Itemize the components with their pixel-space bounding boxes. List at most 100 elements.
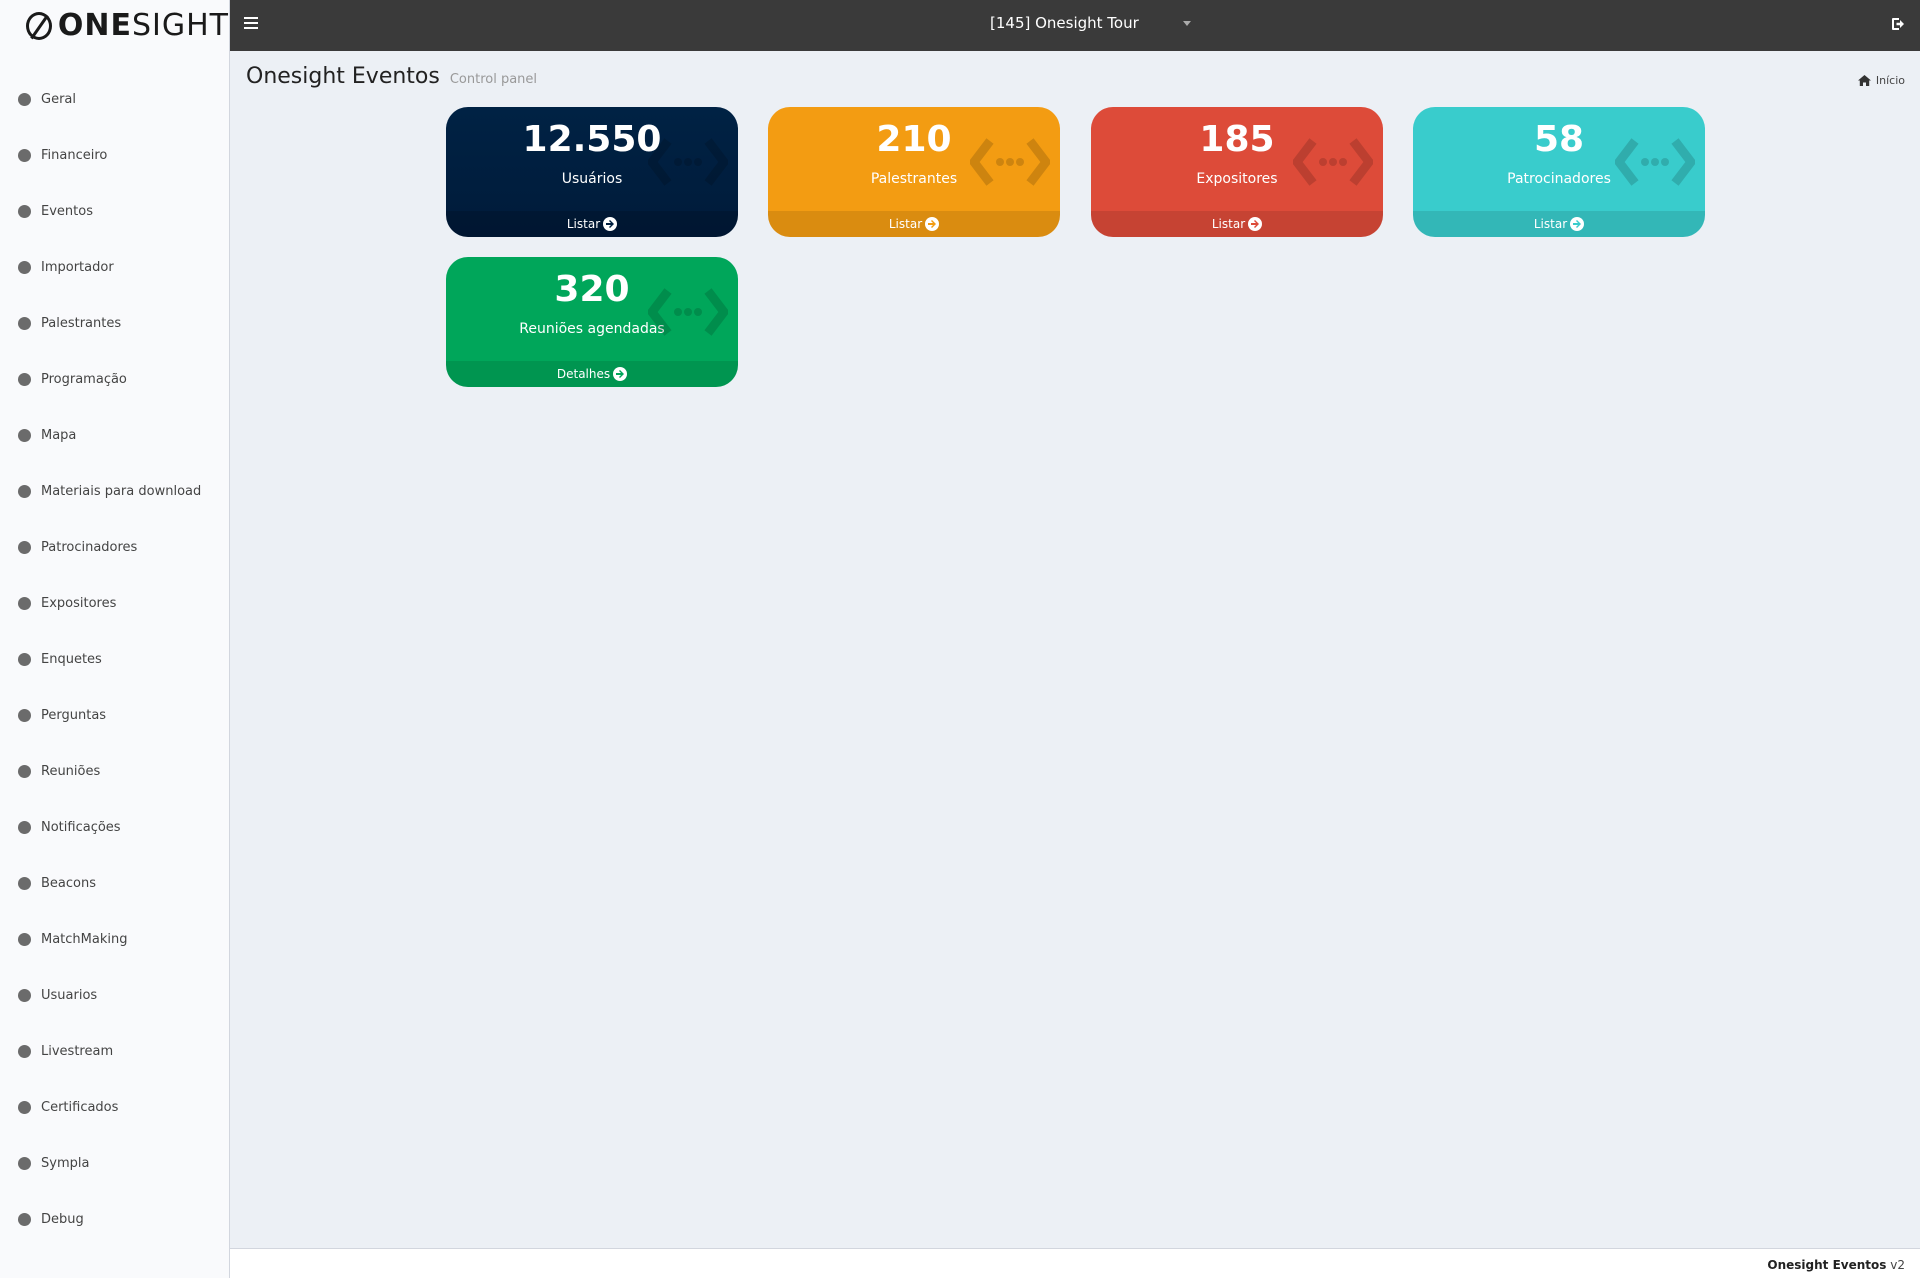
- sidebar-item-label: MatchMaking: [41, 931, 128, 947]
- card-link-label: Listar: [888, 217, 923, 231]
- sidebar-item-label: Enquetes: [41, 651, 102, 667]
- footer-app-name: Onesight Eventos: [1767, 1258, 1887, 1272]
- sidebar-item-label: Debug: [41, 1211, 84, 1227]
- card-link-listar-usuarios[interactable]: Listar: [446, 211, 738, 237]
- page-title: Onesight Eventos: [246, 64, 440, 89]
- home-icon: [1857, 75, 1871, 86]
- sidebar-item-label: Notificações: [41, 819, 121, 835]
- stat-card-expositores: 185 Expositores Listar: [1091, 107, 1383, 237]
- sidebar-item-expositores[interactable]: Expositores: [0, 575, 229, 631]
- sidebar-item-label: Expositores: [41, 595, 117, 611]
- circle-icon: [18, 316, 31, 330]
- card-link-label: Listar: [1211, 217, 1246, 231]
- sidebar-item-label: Mapa: [41, 427, 77, 443]
- sidebar-item-reunioes[interactable]: Reuniões: [0, 743, 229, 799]
- sidebar-item-label: Palestrantes: [41, 315, 122, 331]
- circle-icon: [18, 428, 31, 442]
- circle-icon: [18, 708, 31, 722]
- circle-icon: [18, 652, 31, 666]
- stat-card-palestrantes: 210 Palestrantes Listar: [768, 107, 1060, 237]
- caret-down-icon: [1182, 20, 1191, 26]
- sidebar-item-palestrantes[interactable]: Palestrantes: [0, 295, 229, 351]
- page-subtitle: Control panel: [449, 72, 538, 87]
- code-dots-icon: [648, 138, 728, 186]
- circle-icon: [18, 372, 31, 386]
- sidebar-item-label: Sympla: [41, 1155, 90, 1171]
- sidebar-item-label: Financeiro: [41, 147, 108, 163]
- onesight-logo-icon: [26, 11, 52, 40]
- menu-toggle-icon[interactable]: [244, 17, 258, 29]
- sidebar-item-notificacoes[interactable]: Notificações: [0, 799, 229, 855]
- sidebar-item-debug[interactable]: Debug: [0, 1191, 229, 1247]
- sidebar-item-enquetes[interactable]: Enquetes: [0, 631, 229, 687]
- card-link-detalhes-reunioes[interactable]: Detalhes: [446, 361, 738, 387]
- sign-out-icon[interactable]: [1890, 16, 1906, 32]
- card-link-listar-patrocinadores[interactable]: Listar: [1413, 211, 1705, 237]
- sidebar-item-label: Patrocinadores: [41, 539, 138, 555]
- circle-icon: [18, 92, 31, 106]
- app-logo[interactable]: ONESIGHT: [0, 0, 229, 51]
- sidebar-item-sympla[interactable]: Sympla: [0, 1135, 229, 1191]
- card-link-listar-expositores[interactable]: Listar: [1091, 211, 1383, 237]
- circle-icon: [18, 988, 31, 1002]
- sidebar-item-importador[interactable]: Importador: [0, 239, 229, 295]
- card-link-listar-palestrantes[interactable]: Listar: [768, 211, 1060, 237]
- code-dots-icon: [1615, 138, 1695, 186]
- sidebar-item-label: Programação: [41, 371, 127, 387]
- stat-card-reunioes-agendadas: 320 Reuniões agendadas Detalhes: [446, 257, 738, 387]
- circle-icon: [18, 260, 31, 274]
- sidebar-item-programacao[interactable]: Programação: [0, 351, 229, 407]
- circle-icon: [18, 204, 31, 218]
- stat-card-usuarios: 12.550 Usuários Listar: [446, 107, 738, 237]
- arrow-circle-right-icon: [613, 367, 628, 381]
- sidebar-item-livestream[interactable]: Livestream: [0, 1023, 229, 1079]
- circle-icon: [18, 932, 31, 946]
- circle-icon: [18, 1044, 31, 1058]
- sidebar: ONESIGHT Geral Financeiro Eventos Import…: [0, 0, 230, 1278]
- sidebar-item-eventos[interactable]: Eventos: [0, 183, 229, 239]
- card-link-label: Detalhes: [556, 367, 611, 381]
- sidebar-item-label: Reuniões: [41, 763, 101, 779]
- sidebar-item-label: Beacons: [41, 875, 96, 891]
- sidebar-item-matchmaking[interactable]: MatchMaking: [0, 911, 229, 967]
- event-selector-value: [145] Onesight Tour: [990, 14, 1139, 32]
- circle-icon: [18, 820, 31, 834]
- sidebar-item-mapa[interactable]: Mapa: [0, 407, 229, 463]
- sidebar-item-certificados[interactable]: Certificados: [0, 1079, 229, 1135]
- circle-icon: [18, 876, 31, 890]
- sidebar-item-label: Perguntas: [41, 707, 107, 723]
- sidebar-item-materiais[interactable]: Materiais para download: [0, 463, 229, 519]
- breadcrumb[interactable]: Início: [1857, 74, 1905, 87]
- event-selector[interactable]: [145] Onesight Tour: [990, 14, 1191, 32]
- circle-icon: [18, 1212, 31, 1226]
- sidebar-item-label: Usuarios: [41, 987, 98, 1003]
- sidebar-item-label: Certificados: [41, 1099, 119, 1115]
- sidebar-item-label: Importador: [41, 259, 114, 275]
- sidebar-item-label: Materiais para download: [41, 483, 202, 499]
- card-link-label: Listar: [1533, 217, 1568, 231]
- sidebar-item-financeiro[interactable]: Financeiro: [0, 127, 229, 183]
- circle-icon: [18, 1100, 31, 1114]
- circle-icon: [18, 596, 31, 610]
- arrow-circle-right-icon: [1570, 217, 1585, 231]
- logo-text: ONESIGHT: [57, 8, 229, 43]
- footer-text: Onesight Eventos v2: [1767, 1258, 1905, 1272]
- circle-icon: [18, 1156, 31, 1170]
- sidebar-item-perguntas[interactable]: Perguntas: [0, 687, 229, 743]
- code-dots-icon: [970, 138, 1050, 186]
- sidebar-item-geral[interactable]: Geral: [0, 71, 229, 127]
- stat-card-patrocinadores: 58 Patrocinadores Listar: [1413, 107, 1705, 237]
- sidebar-item-label: Livestream: [41, 1043, 114, 1059]
- circle-icon: [18, 148, 31, 162]
- circle-icon: [18, 764, 31, 778]
- sidebar-item-label: Geral: [41, 91, 76, 107]
- code-dots-icon: [1293, 138, 1373, 186]
- sidebar-item-patrocinadores[interactable]: Patrocinadores: [0, 519, 229, 575]
- sidebar-item-label: Eventos: [41, 203, 93, 219]
- card-link-label: Listar: [566, 217, 601, 231]
- arrow-circle-right-icon: [603, 217, 618, 231]
- content-header: Onesight Eventos Control panel: [246, 64, 537, 89]
- sidebar-item-beacons[interactable]: Beacons: [0, 855, 229, 911]
- sidebar-item-usuarios[interactable]: Usuarios: [0, 967, 229, 1023]
- top-navbar: [145] Onesight Tour: [230, 0, 1920, 51]
